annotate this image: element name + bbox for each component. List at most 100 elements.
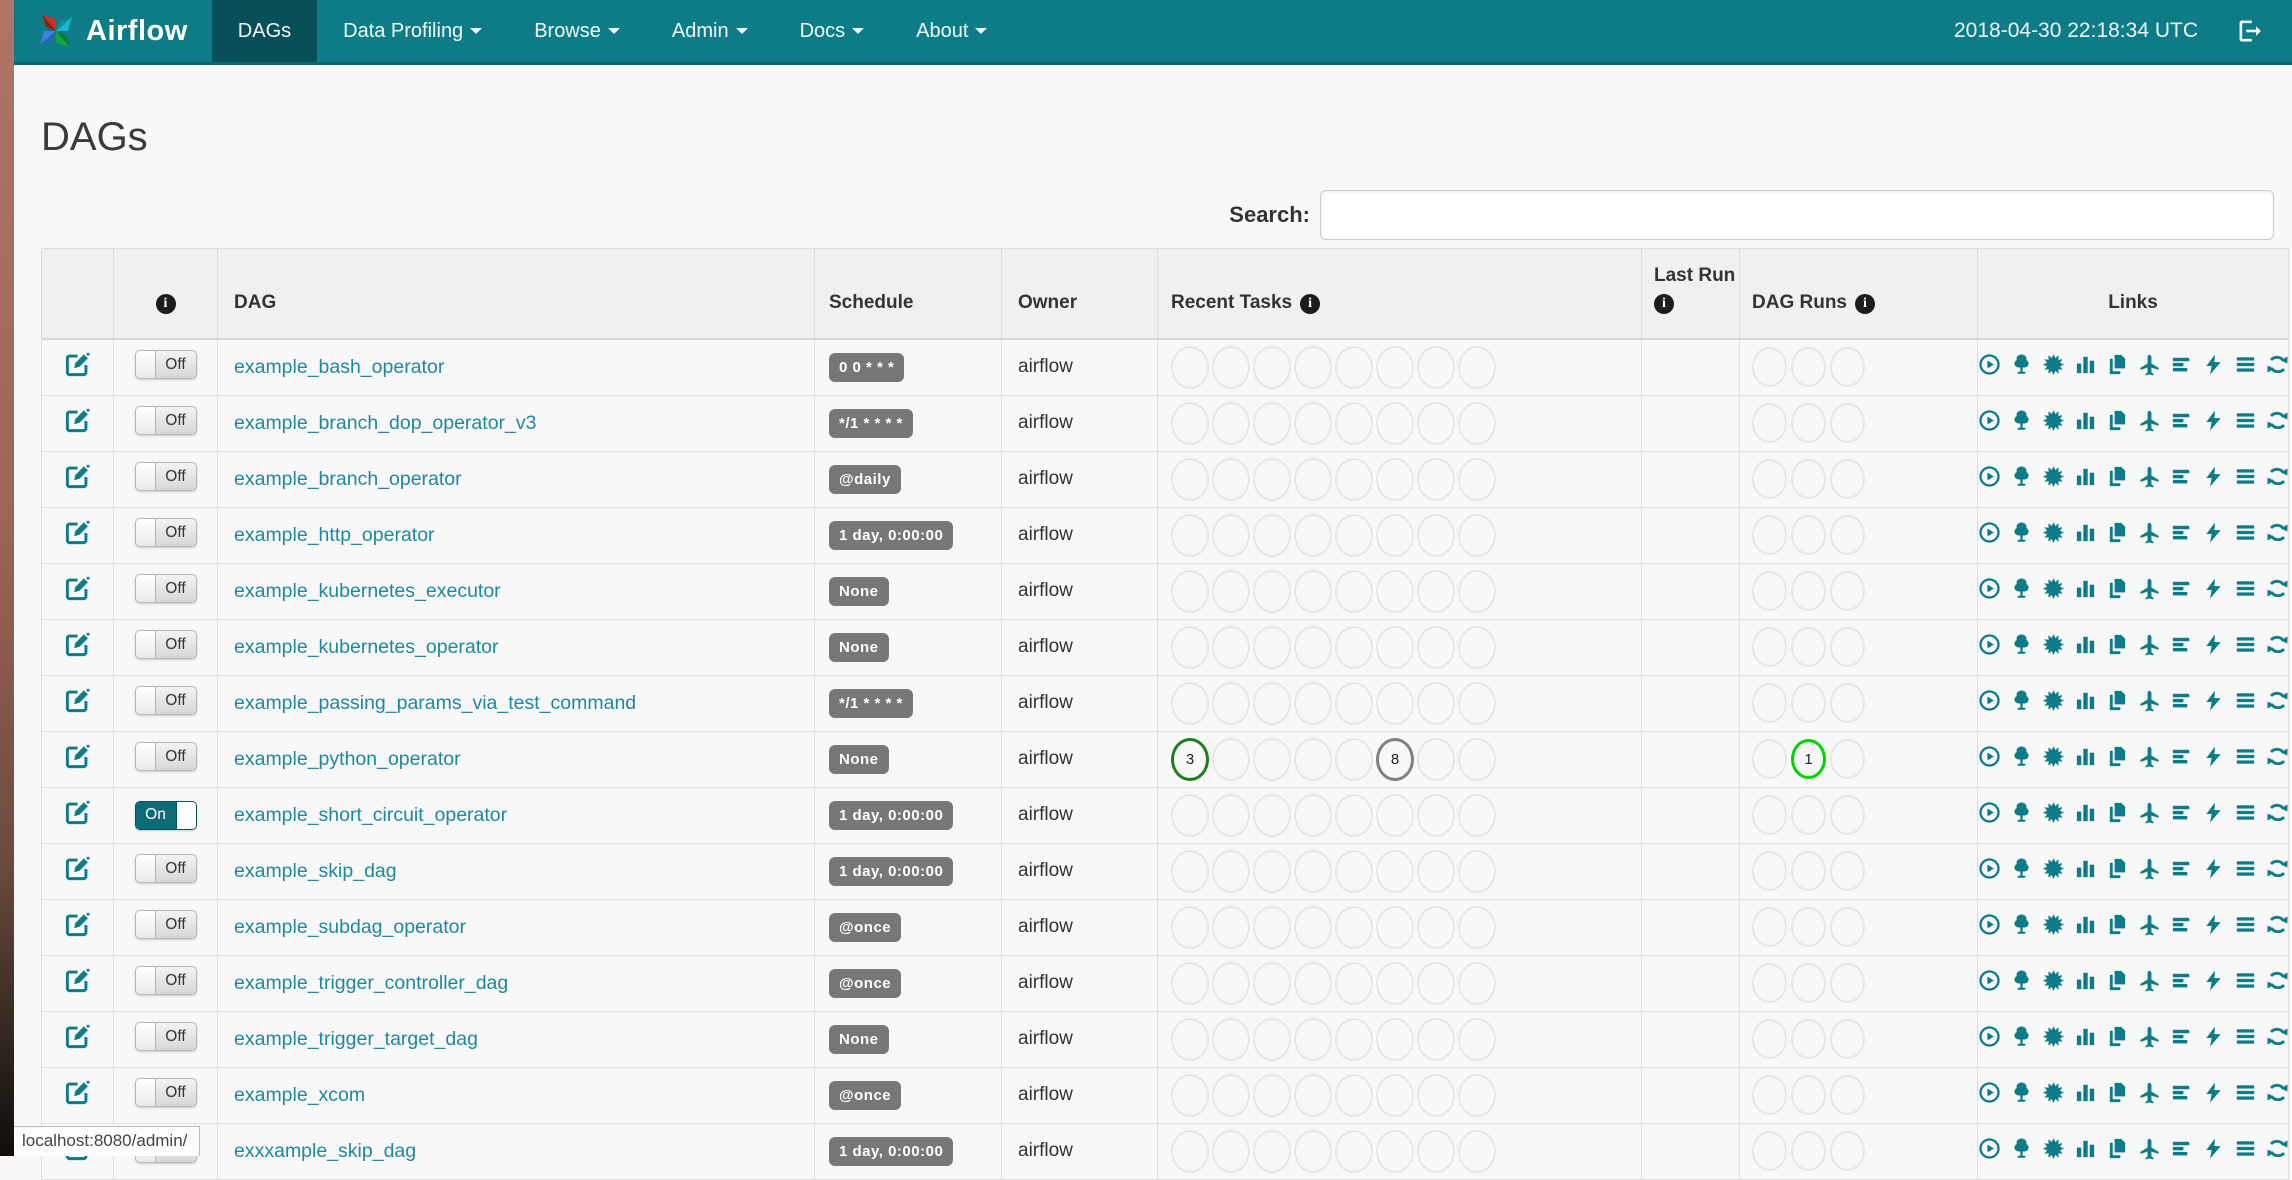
refresh-icon[interactable]: [2266, 521, 2289, 544]
recent-task-circle[interactable]: [1212, 1129, 1250, 1173]
dag-run-circle[interactable]: [1830, 1019, 1865, 1059]
task-duration-icon[interactable]: [2074, 409, 2097, 432]
task-duration-icon[interactable]: [2074, 465, 2097, 488]
trigger-dag-icon[interactable]: [1978, 689, 2001, 712]
dag-run-circle[interactable]: [1752, 1019, 1787, 1059]
graph-view-icon[interactable]: [2042, 969, 2065, 992]
gantt-view-icon[interactable]: [2170, 857, 2193, 880]
dag-run-circle[interactable]: [1830, 1131, 1865, 1171]
recent-task-circle[interactable]: [1212, 401, 1250, 445]
recent-task-circle[interactable]: [1376, 345, 1414, 389]
dag-run-circle[interactable]: [1830, 571, 1865, 611]
dag-link[interactable]: example_kubernetes_operator: [234, 636, 499, 658]
recent-task-circle[interactable]: [1335, 569, 1373, 613]
refresh-icon[interactable]: [2266, 577, 2289, 600]
landing-times-icon[interactable]: [2138, 857, 2161, 880]
task-tries-icon[interactable]: [2106, 857, 2129, 880]
edit-dag-icon[interactable]: [64, 407, 91, 434]
tree-view-icon[interactable]: [2010, 465, 2033, 488]
dag-run-circle[interactable]: [1752, 627, 1787, 667]
task-tries-icon[interactable]: [2106, 409, 2129, 432]
dag-link[interactable]: example_kubernetes_executor: [234, 580, 501, 602]
tree-view-icon[interactable]: [2010, 913, 2033, 936]
recent-task-circle[interactable]: [1171, 625, 1209, 669]
recent-task-circle[interactable]: [1335, 905, 1373, 949]
refresh-icon[interactable]: [2266, 913, 2289, 936]
recent-task-circle[interactable]: [1417, 681, 1455, 725]
recent-task-circle[interactable]: [1294, 1017, 1332, 1061]
gantt-view-icon[interactable]: [2170, 353, 2193, 376]
tree-view-icon[interactable]: [2010, 577, 2033, 600]
refresh-icon[interactable]: [2266, 801, 2289, 824]
recent-task-circle[interactable]: [1376, 905, 1414, 949]
graph-view-icon[interactable]: [2042, 913, 2065, 936]
recent-task-circle[interactable]: [1376, 961, 1414, 1005]
dag-link[interactable]: example_python_operator: [234, 748, 461, 770]
code-view-icon[interactable]: [2202, 353, 2225, 376]
logs-view-icon[interactable]: [2234, 969, 2257, 992]
nav-item-about[interactable]: About: [890, 0, 1013, 62]
code-view-icon[interactable]: [2202, 689, 2225, 712]
recent-task-circle[interactable]: [1335, 1129, 1373, 1173]
dag-run-circle[interactable]: [1791, 1075, 1826, 1115]
tree-view-icon[interactable]: [2010, 745, 2033, 768]
logs-view-icon[interactable]: [2234, 689, 2257, 712]
task-duration-icon[interactable]: [2074, 633, 2097, 656]
recent-task-circle[interactable]: [1294, 681, 1332, 725]
recent-task-circle[interactable]: [1417, 849, 1455, 893]
recent-task-circle[interactable]: [1458, 345, 1496, 389]
recent-task-circle[interactable]: [1335, 1073, 1373, 1117]
recent-task-circle[interactable]: [1212, 513, 1250, 557]
dag-run-circle[interactable]: [1791, 627, 1826, 667]
task-duration-icon[interactable]: [2074, 1025, 2097, 1048]
recent-task-circle[interactable]: [1335, 1017, 1373, 1061]
recent-task-circle[interactable]: [1212, 625, 1250, 669]
edit-dag-icon[interactable]: [64, 967, 91, 994]
recent-task-circle[interactable]: [1294, 849, 1332, 893]
recent-task-circle[interactable]: [1171, 1129, 1209, 1173]
dag-run-circle[interactable]: [1791, 403, 1826, 443]
dag-run-circle[interactable]: [1791, 1019, 1826, 1059]
dag-run-circle[interactable]: [1830, 1075, 1865, 1115]
graph-view-icon[interactable]: [2042, 521, 2065, 544]
landing-times-icon[interactable]: [2138, 577, 2161, 600]
tree-view-icon[interactable]: [2010, 1081, 2033, 1104]
logs-view-icon[interactable]: [2234, 1137, 2257, 1160]
graph-view-icon[interactable]: [2042, 745, 2065, 768]
recent-task-circle[interactable]: [1335, 849, 1373, 893]
recent-task-circle[interactable]: [1294, 513, 1332, 557]
dag-pause-toggle[interactable]: Off: [134, 966, 197, 995]
logs-view-icon[interactable]: [2234, 801, 2257, 824]
graph-view-icon[interactable]: [2042, 689, 2065, 712]
task-duration-icon[interactable]: [2074, 969, 2097, 992]
landing-times-icon[interactable]: [2138, 1025, 2161, 1048]
gantt-view-icon[interactable]: [2170, 1137, 2193, 1160]
dag-link[interactable]: example_skip_dag: [234, 860, 397, 882]
gantt-view-icon[interactable]: [2170, 465, 2193, 488]
trigger-dag-icon[interactable]: [1978, 409, 2001, 432]
recent-task-circle[interactable]: [1171, 1017, 1209, 1061]
nav-item-browse[interactable]: Browse: [508, 0, 646, 62]
refresh-icon[interactable]: [2266, 633, 2289, 656]
gantt-view-icon[interactable]: [2170, 633, 2193, 656]
recent-task-circle[interactable]: [1417, 625, 1455, 669]
refresh-icon[interactable]: [2266, 857, 2289, 880]
graph-view-icon[interactable]: [2042, 577, 2065, 600]
recent-task-circle[interactable]: [1253, 345, 1291, 389]
recent-task-circle[interactable]: [1335, 625, 1373, 669]
recent-task-circle[interactable]: [1171, 905, 1209, 949]
dag-link[interactable]: exxxample_skip_dag: [234, 1140, 416, 1162]
dag-run-circle[interactable]: [1830, 683, 1865, 723]
recent-task-circle[interactable]: [1171, 569, 1209, 613]
gantt-view-icon[interactable]: [2170, 409, 2193, 432]
recent-task-circle[interactable]: [1335, 737, 1373, 781]
logs-view-icon[interactable]: [2234, 1025, 2257, 1048]
code-view-icon[interactable]: [2202, 969, 2225, 992]
recent-task-circle[interactable]: [1458, 961, 1496, 1005]
trigger-dag-icon[interactable]: [1978, 913, 2001, 936]
edit-dag-icon[interactable]: [64, 463, 91, 490]
tree-view-icon[interactable]: [2010, 857, 2033, 880]
recent-task-circle[interactable]: [1335, 345, 1373, 389]
trigger-dag-icon[interactable]: [1978, 1025, 2001, 1048]
trigger-dag-icon[interactable]: [1978, 465, 2001, 488]
